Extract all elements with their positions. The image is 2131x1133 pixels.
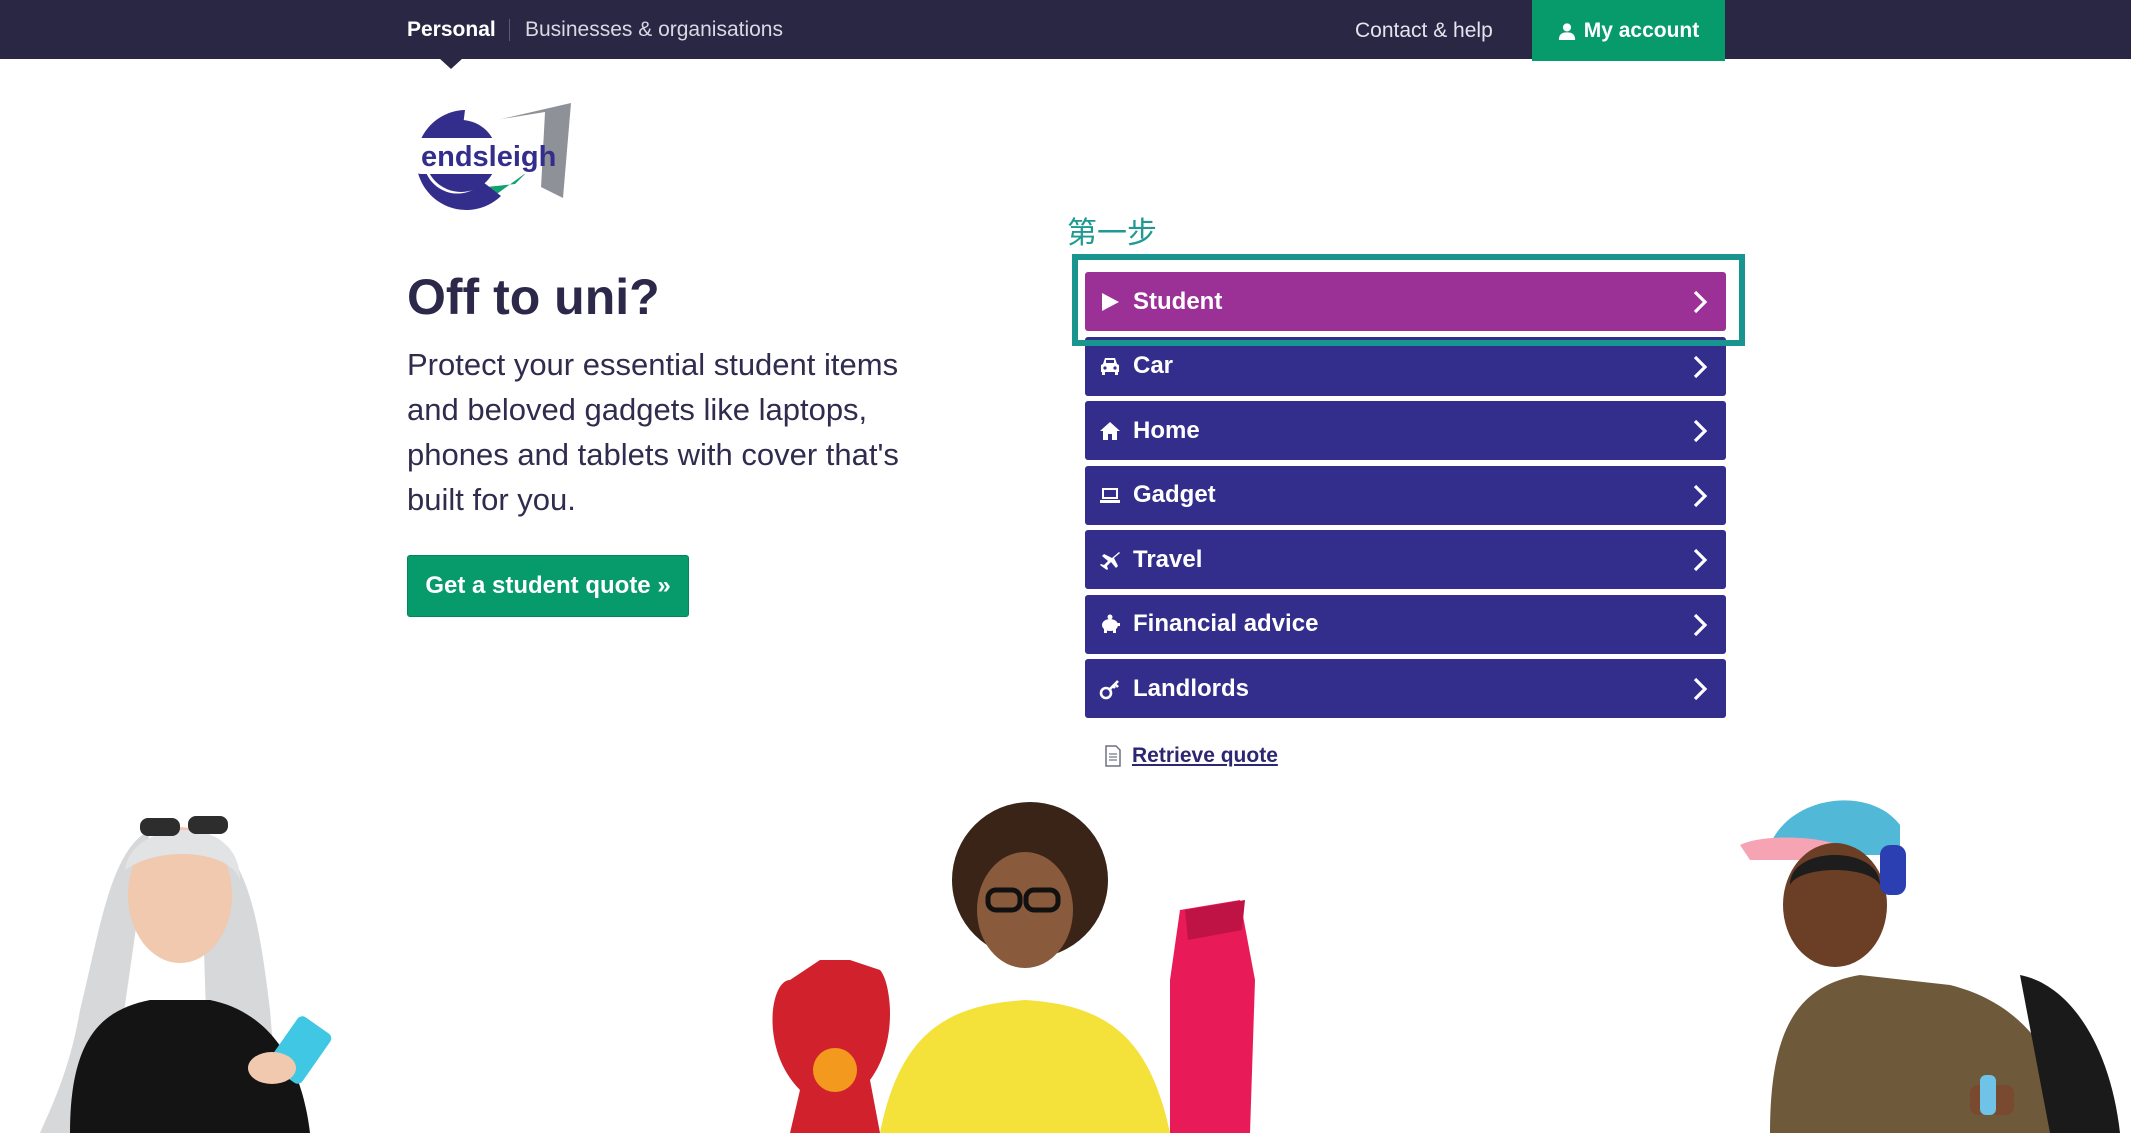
hero-title: Off to uni? [407,269,660,325]
menu-item-label: Home [1133,416,1200,444]
menu-item-label: Student [1133,287,1223,315]
my-account-label: My account [1583,18,1700,42]
student-quote-button[interactable]: Get a student quote » [407,555,689,617]
svg-text:endsleigh: endsleigh [421,141,556,173]
chevron-right-icon [1693,355,1708,378]
menu-item-label: Car [1133,352,1174,379]
nav-businesses[interactable]: Businesses & organisations [525,18,783,42]
student-with-vases-image [772,802,1255,1133]
nav-divider [509,19,510,41]
home-icon [1099,420,1121,442]
menu-item-car[interactable]: Car [1085,336,1726,396]
retrieve-quote: Retrieve quote [1104,744,1278,768]
car-icon [1099,355,1121,377]
chevron-right-icon [1693,484,1708,507]
nav-contact-help[interactable]: Contact & help [1355,19,1493,43]
key-icon [1099,678,1121,700]
play-icon [1099,291,1121,313]
menu-item-home[interactable]: Home [1085,401,1726,460]
document-icon [1105,745,1121,767]
student-with-phone-image [40,816,332,1133]
retrieve-quote-link[interactable]: Retrieve quote [1132,744,1278,768]
chevron-right-icon [1693,548,1708,572]
endsleigh-logo[interactable]: endsleigh [405,100,575,212]
chevron-right-icon [1693,677,1708,701]
menu-item-student[interactable]: Student [1085,272,1726,331]
student-with-headphones-image [1740,800,2120,1133]
nav-personal[interactable]: Personal [407,18,496,42]
hero-description: Protect your essential student items and… [407,347,899,517]
menu-item-label: Gadget [1133,481,1216,508]
product-menu: Student Car Home Gadget Travel Financial… [1085,272,1726,724]
menu-item-landlords[interactable]: Landlords [1085,659,1726,718]
plane-icon [1099,549,1121,571]
active-nav-pointer [439,58,463,69]
my-account-button[interactable]: My account [1532,0,1725,61]
step-annotation: 第一步 [1067,216,1157,251]
piggy-bank-icon [1099,613,1121,635]
laptop-icon [1099,484,1121,506]
menu-item-label: Financial advice [1133,610,1319,637]
menu-item-label: Landlords [1133,674,1250,702]
chevron-right-icon [1693,613,1708,636]
menu-item-travel[interactable]: Travel [1085,530,1726,589]
top-navigation-bar: Personal Businesses & organisations Cont… [0,0,2131,61]
chevron-right-icon [1693,419,1708,443]
menu-item-financial-advice[interactable]: Financial advice [1085,594,1726,654]
user-icon [1558,22,1575,40]
menu-item-label: Travel [1133,545,1203,573]
chevron-right-icon [1693,290,1708,314]
menu-item-gadget[interactable]: Gadget [1085,465,1726,525]
